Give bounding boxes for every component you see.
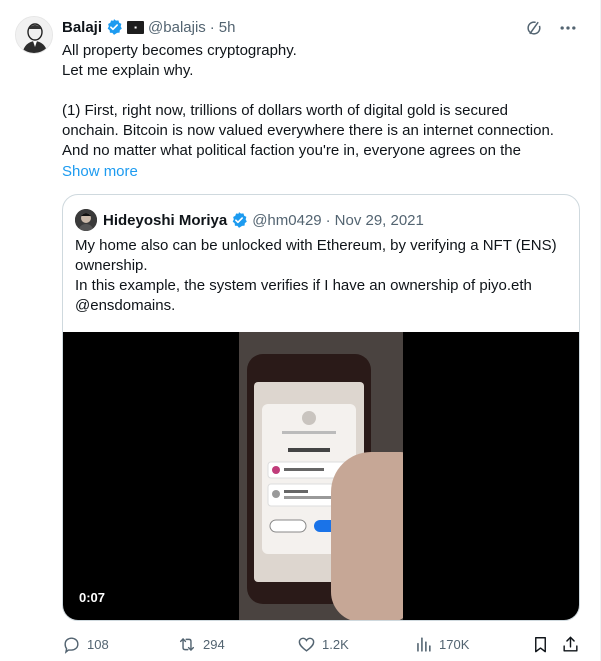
- timestamp[interactable]: 5h: [219, 19, 236, 36]
- repost-icon: [177, 635, 197, 654]
- quote-line: ownership.: [75, 257, 148, 274]
- tweet-line-gap: [62, 81, 582, 101]
- quote-text: My home also can be unlocked with Ethere…: [75, 236, 569, 316]
- flag-icon: ▪: [127, 20, 145, 34]
- verified-badge-icon: [105, 18, 123, 36]
- verified-badge-icon: [230, 211, 248, 229]
- heart-icon: [297, 635, 316, 654]
- quote-avatar: [75, 209, 97, 231]
- views-button[interactable]: 170K: [414, 633, 469, 655]
- repost-count: 294: [203, 636, 225, 652]
- tweet-line: (1) First, right now, trillions of dolla…: [62, 102, 509, 119]
- author-handle[interactable]: @balajis: [148, 19, 206, 36]
- show-more-link[interactable]: Show more: [62, 162, 138, 182]
- quote-line: In this example, the system verifies if …: [75, 277, 532, 294]
- tweet-text: All property becomes cryptography. Let m…: [62, 41, 582, 161]
- reply-icon: [62, 635, 81, 654]
- reply-button[interactable]: 108: [62, 633, 109, 655]
- tweet: Balaji ▪ @balajis · 5h All property beco…: [0, 0, 601, 661]
- quote-date: Nov 29, 2021: [334, 211, 424, 229]
- video-time-badge: 0:07: [79, 590, 106, 605]
- grok-icon[interactable]: [524, 18, 544, 38]
- tweet-line: onchain. Bitcoin is now valued everywher…: [62, 122, 554, 139]
- tweet-line: Let me explain why.: [62, 62, 194, 79]
- video-player[interactable]: 0:07: [63, 332, 579, 620]
- quote-line: My home also can be unlocked with Ethere…: [75, 237, 557, 254]
- like-count: 1.2K: [322, 636, 349, 652]
- quote-author-name: Hideyoshi Moriya: [103, 211, 228, 229]
- hand-image: [331, 452, 403, 620]
- quoted-tweet[interactable]: Hideyoshi Moriya @hm0429 · Nov 29, 2021 …: [62, 194, 580, 621]
- separator-dot: ·: [209, 18, 215, 36]
- bookmark-icon: [531, 635, 550, 654]
- quote-author-handle: @hm0429: [252, 211, 322, 229]
- action-bar: 108 294 1.2K 170K: [62, 633, 582, 655]
- tweet-line: All property becomes cryptography.: [62, 42, 297, 59]
- like-button[interactable]: 1.2K: [297, 633, 349, 655]
- quote-line: @ensdomains.: [75, 297, 176, 314]
- tweet-line: And no matter what political faction you…: [62, 142, 521, 159]
- separator-dot: ·: [325, 211, 331, 229]
- repost-button[interactable]: 294: [177, 633, 225, 655]
- header-actions: [524, 18, 578, 38]
- reply-count: 108: [87, 636, 109, 652]
- avatar[interactable]: [15, 16, 53, 54]
- tweet-header: Balaji ▪ @balajis · 5h: [62, 17, 235, 37]
- views-icon: [414, 635, 433, 654]
- views-count: 170K: [439, 636, 470, 652]
- video-frame: [239, 332, 403, 620]
- more-options-icon[interactable]: [558, 18, 578, 38]
- bookmark-button[interactable]: [531, 633, 550, 655]
- share-button[interactable]: [561, 633, 580, 655]
- quote-header: Hideyoshi Moriya @hm0429 · Nov 29, 2021: [75, 209, 424, 231]
- share-icon: [561, 635, 580, 654]
- author-name[interactable]: Balaji: [62, 19, 102, 36]
